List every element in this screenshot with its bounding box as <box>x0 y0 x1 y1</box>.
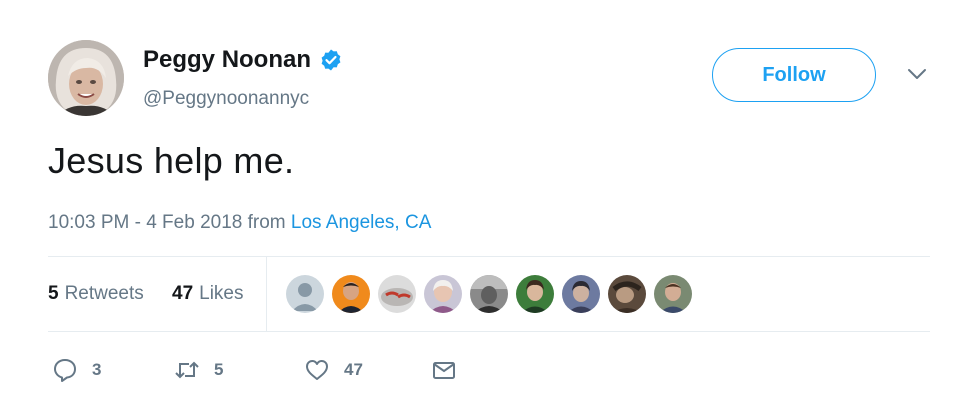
chevron-down-icon[interactable] <box>906 66 928 82</box>
retweet-icon <box>175 361 199 379</box>
retweet-count: 5 <box>214 360 224 379</box>
tweet-timestamp[interactable]: 10:03 PM - 4 Feb 2018 <box>48 212 242 233</box>
from-label: from <box>247 212 286 233</box>
liker-avatar[interactable] <box>470 275 508 313</box>
tweet-text: Jesus help me. <box>48 140 295 181</box>
likes-stat[interactable]: 47 Likes <box>172 257 244 331</box>
tweet-stats: 5 Retweets 47 Likes <box>48 257 930 331</box>
envelope-icon <box>433 362 455 379</box>
likes-label: Likes <box>199 283 244 304</box>
reply-button[interactable]: 3 <box>52 350 101 390</box>
reply-count: 3 <box>92 360 102 379</box>
author-avatar[interactable] <box>48 40 124 116</box>
liker-avatar[interactable] <box>516 275 554 313</box>
liker-avatar[interactable] <box>654 275 692 313</box>
liker-avatar[interactable] <box>286 275 324 313</box>
retweets-count: 5 <box>48 283 59 304</box>
liker-avatar[interactable] <box>378 275 416 313</box>
liker-avatar[interactable] <box>562 275 600 313</box>
liker-avatar[interactable] <box>424 275 462 313</box>
author-name[interactable]: Peggy Noonan <box>143 46 311 74</box>
reply-icon <box>54 359 76 382</box>
like-button[interactable]: 47 <box>304 350 363 390</box>
likes-count: 47 <box>172 283 194 304</box>
tweet-header: Peggy Noonan @Peggynoonannyc Follow <box>48 40 938 120</box>
tweet-actions: 3 5 47 <box>48 350 648 390</box>
retweet-button[interactable]: 5 <box>174 350 223 390</box>
like-count: 47 <box>344 360 363 379</box>
heart-icon <box>306 360 328 380</box>
liker-avatar[interactable] <box>608 275 646 313</box>
liker-avatar[interactable] <box>332 275 370 313</box>
tweet-meta: 10:03 PM - 4 Feb 2018 from Los Angeles, … <box>48 212 431 234</box>
divider-bottom <box>48 331 930 332</box>
follow-button[interactable]: Follow <box>712 48 876 102</box>
direct-message-button[interactable] <box>431 350 471 390</box>
retweets-label: Retweets <box>64 283 144 304</box>
author-handle[interactable]: @Peggynoonannyc <box>143 88 309 110</box>
retweets-stat[interactable]: 5 Retweets <box>48 257 144 331</box>
location-link[interactable]: Los Angeles, CA <box>291 212 431 233</box>
verified-badge-icon <box>321 49 341 71</box>
author-name-row: Peggy Noonan <box>143 46 343 74</box>
stats-separator <box>266 257 267 331</box>
